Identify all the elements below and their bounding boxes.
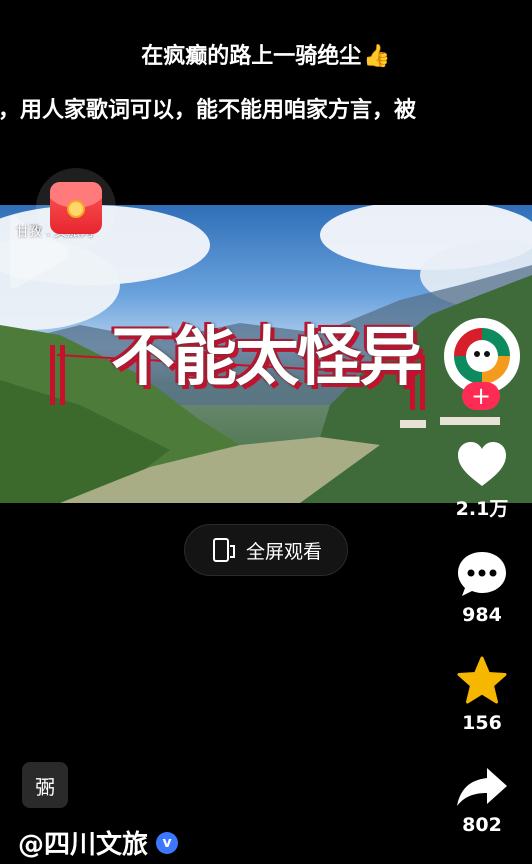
video-title-overlay: 不能太怪异 — [111, 321, 423, 395]
share-count: 802 — [462, 814, 502, 836]
fullscreen-icon — [212, 538, 235, 562]
author-name: @四川文旅 — [18, 830, 149, 860]
like-count: 2.1万 — [455, 498, 509, 520]
favorite-button[interactable]: 156 — [450, 656, 514, 734]
fullscreen-button[interactable]: 全屏观看 — [184, 524, 348, 576]
fullscreen-label: 全屏观看 — [245, 540, 322, 563]
thumbs-up-icon: 👍 — [363, 44, 391, 69]
favorite-count: 156 — [462, 712, 502, 734]
comment-button[interactable]: 984 — [450, 550, 514, 626]
video-screen: { "danmaku": [ {"text": "在疯癫的路上一骑绝尘", "e… — [0, 0, 532, 864]
comment-count: 984 — [462, 604, 502, 626]
text-badge[interactable]: 弻 — [22, 762, 68, 808]
danmaku-text: 在疯癫的路上一骑绝尘 — [141, 44, 362, 69]
red-envelope-icon[interactable] — [36, 168, 116, 248]
star-icon — [457, 656, 507, 704]
share-button[interactable]: 802 — [450, 766, 514, 836]
like-button[interactable]: 2.1万 — [450, 440, 514, 521]
danmaku-comment: 在疯癫的路上一骑绝尘👍 — [0, 38, 532, 70]
author-name-row[interactable]: @四川文旅 v — [18, 824, 179, 861]
follow-button[interactable]: + — [462, 382, 500, 410]
share-icon — [457, 768, 507, 806]
comment-icon — [458, 552, 506, 596]
verified-icon: v — [156, 831, 179, 854]
danmaku-comment: ，用人家歌词可以，能不能用咱家方言，被 — [0, 98, 417, 123]
heart-icon — [458, 442, 506, 486]
